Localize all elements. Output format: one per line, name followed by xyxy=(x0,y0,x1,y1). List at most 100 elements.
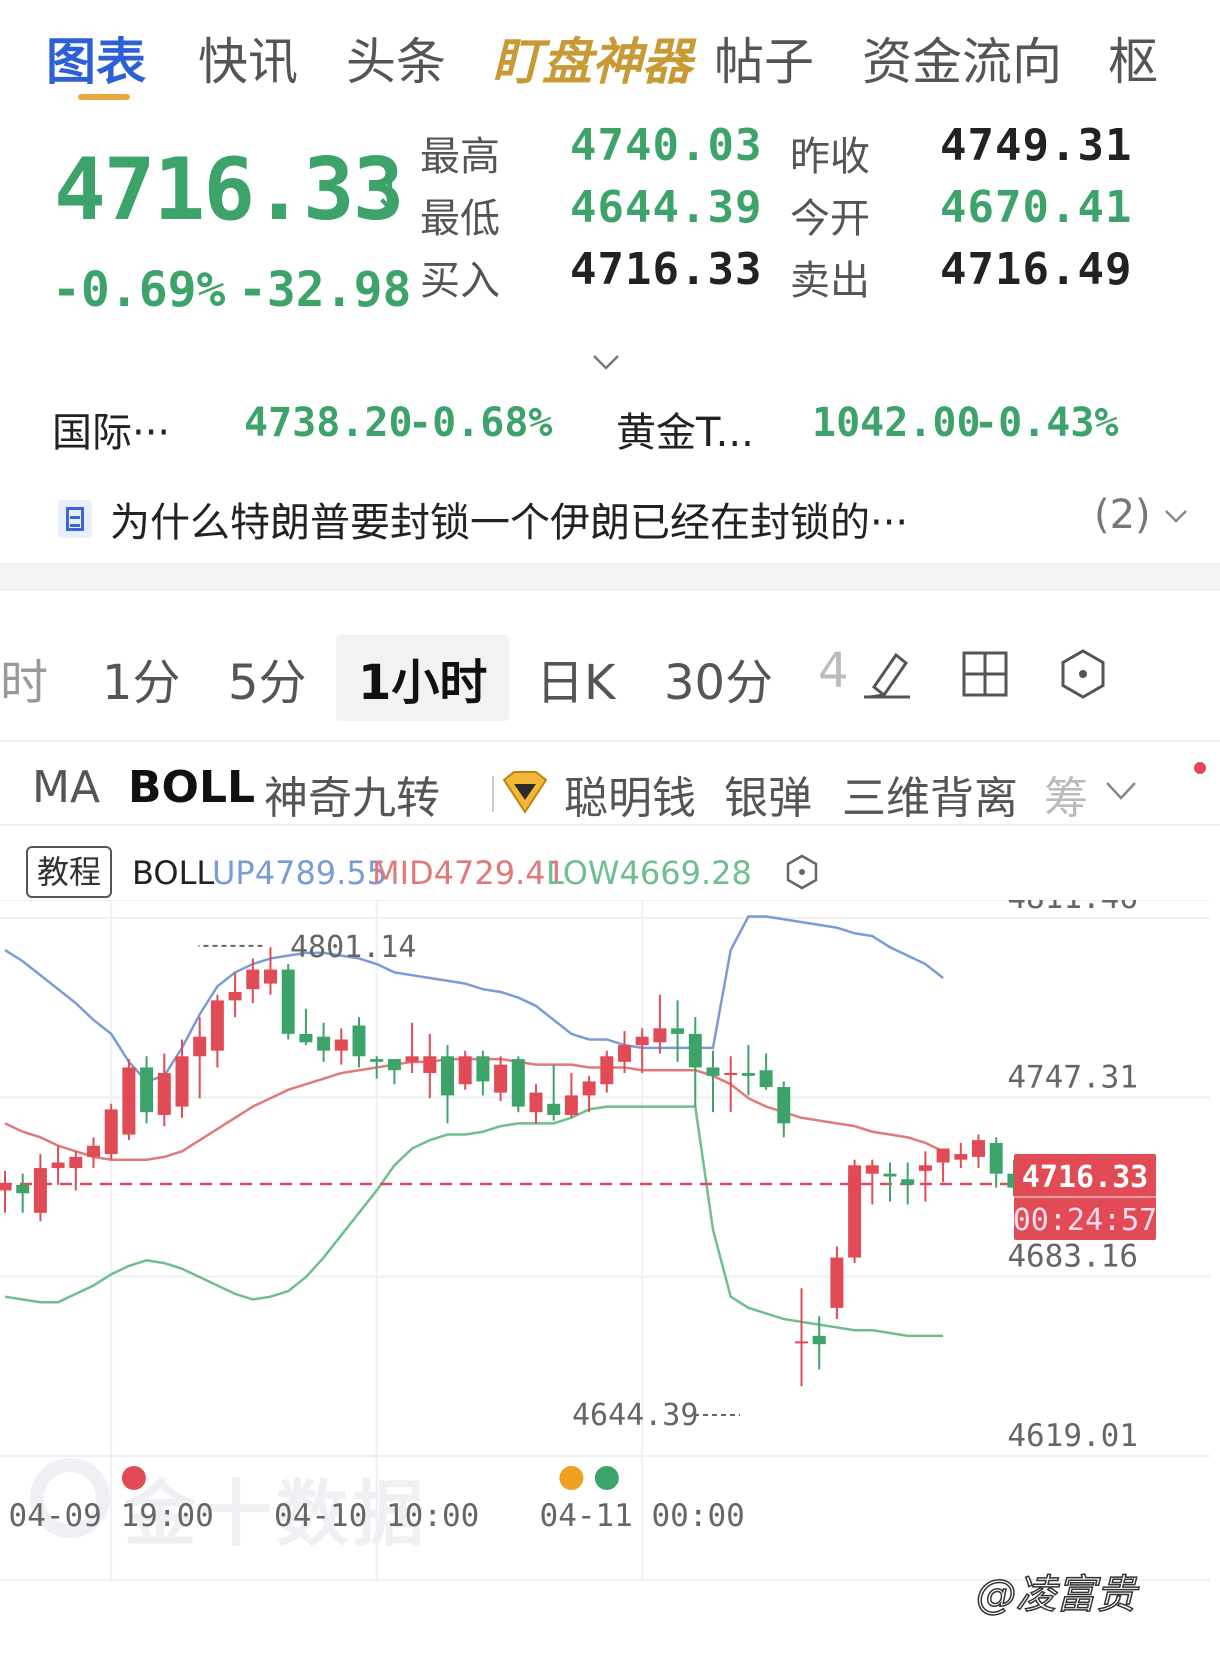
boll-low-value: LOW4669.28 xyxy=(546,854,752,892)
tab-daily-k[interactable]: 日K xyxy=(536,643,615,713)
tab-boll[interactable]: BOLL xyxy=(128,762,255,813)
event-marker-dot xyxy=(559,1466,584,1490)
period-tab-bar: 时 1分 5分 1小时 日K 30分 4 xyxy=(0,625,1220,725)
candle-body xyxy=(246,969,260,990)
tab-watch-tool[interactable]: 盯盘神器 xyxy=(492,22,692,94)
candle-body xyxy=(51,1162,65,1169)
divider xyxy=(0,824,1220,826)
candle-body xyxy=(830,1257,844,1308)
drawing-pen-icon[interactable] xyxy=(860,647,914,701)
candle-body xyxy=(122,1067,136,1135)
low-value: 4644.39 xyxy=(570,182,763,233)
candle-body xyxy=(458,1056,472,1085)
tab-fund-flow[interactable]: 资金流向 xyxy=(862,22,1062,94)
chevron-down-icon[interactable] xyxy=(1104,778,1138,804)
candle-body xyxy=(87,1145,100,1157)
tab-headlines[interactable]: 头条 xyxy=(346,22,446,94)
candle-body xyxy=(848,1165,862,1258)
layout-grid-icon[interactable] xyxy=(958,647,1012,701)
section-divider xyxy=(0,563,1220,591)
candle-body xyxy=(618,1045,631,1062)
candle-body xyxy=(264,969,277,984)
candle-body xyxy=(741,1073,755,1076)
candle-body xyxy=(317,1036,331,1051)
chevron-down-icon[interactable] xyxy=(592,348,620,376)
change-percent: -0.69% xyxy=(52,262,226,318)
candle-body xyxy=(653,1028,667,1043)
divider xyxy=(492,776,494,812)
candle-body xyxy=(795,1341,808,1344)
tab-magic-nine[interactable]: 神奇九转 xyxy=(264,762,440,826)
candle-body xyxy=(33,1168,47,1213)
related-price-1: 4738.20 xyxy=(244,400,413,446)
candle-body xyxy=(423,1056,437,1074)
bid-label: 买入 xyxy=(420,258,500,304)
tab-ma[interactable]: MA xyxy=(32,762,100,813)
low-annotation: 4644.39 xyxy=(572,1398,698,1433)
candle-body xyxy=(441,1056,454,1096)
candle-body xyxy=(724,1073,738,1076)
related-quote-1[interactable]: 国际··· xyxy=(52,400,170,458)
settings-icon[interactable] xyxy=(782,852,822,892)
tab-chart[interactable]: 图表 xyxy=(46,22,146,94)
candle-body xyxy=(0,1184,12,1191)
active-tab-indicator xyxy=(78,94,130,100)
tab-smart-money[interactable]: 聪明钱 xyxy=(564,762,696,826)
candle-body xyxy=(901,1179,915,1185)
event-marker-dot xyxy=(594,1466,619,1490)
candle-body xyxy=(16,1184,30,1194)
candle-body xyxy=(688,1033,702,1068)
candle-body xyxy=(210,1000,224,1051)
candle-body xyxy=(954,1154,968,1160)
candle-body xyxy=(635,1036,649,1046)
candle-body xyxy=(140,1067,154,1113)
tab-flash-news[interactable]: 快讯 xyxy=(198,22,298,94)
settings-icon[interactable] xyxy=(1056,647,1110,701)
tab-posts[interactable]: 帖子 xyxy=(714,22,814,94)
x-tick-label: 04-09 19:00 xyxy=(9,1498,214,1534)
candle-body xyxy=(989,1142,1003,1174)
tutorial-button[interactable]: 教程 xyxy=(26,846,112,898)
candlestick-chart[interactable]: 4801.14 4644.39 4811.46 4747.31 4683.16 4619.… xyxy=(0,900,1220,1655)
related-name: 黄金T... xyxy=(616,410,754,456)
indicator-name: BOLL xyxy=(132,854,215,892)
bid-value: 4716.33 xyxy=(570,244,763,295)
news-count: (2) xyxy=(1094,492,1151,538)
candle-body xyxy=(972,1140,985,1157)
candle-body xyxy=(918,1165,932,1171)
candle-body xyxy=(69,1156,83,1169)
tab-timeshare[interactable]: 时 xyxy=(0,643,48,713)
news-title: 为什么特朗普要封锁一个伊朗已经在封锁的··· xyxy=(110,500,909,546)
candle-body xyxy=(936,1148,950,1163)
candle-body xyxy=(759,1070,773,1088)
candle-body xyxy=(352,1025,366,1057)
tab-30min[interactable]: 30分 xyxy=(664,643,773,713)
high-annotation: 4801.14 xyxy=(290,930,416,965)
tab-chips[interactable]: 筹 xyxy=(1044,762,1088,826)
tab-1hour[interactable]: 1小时 xyxy=(336,635,510,721)
candle-body xyxy=(865,1165,879,1174)
chevron-down-icon[interactable] xyxy=(1164,504,1188,528)
tab-4hour[interactable]: 4 xyxy=(818,643,849,699)
tab-3d-divergence[interactable]: 三维背离 xyxy=(842,762,1018,826)
open-value: 4670.41 xyxy=(940,182,1133,233)
tab-silver-bullet[interactable]: 银弹 xyxy=(724,762,812,826)
notification-dot xyxy=(1194,762,1206,774)
tab-more[interactable]: 枢 xyxy=(1108,22,1158,94)
candle-body xyxy=(193,1036,207,1057)
y-tick-label: 4747.31 xyxy=(1007,1059,1138,1095)
tab-5min[interactable]: 5分 xyxy=(228,643,307,713)
candle-body xyxy=(511,1059,525,1107)
candle-body xyxy=(883,1173,897,1177)
tab-1min[interactable]: 1分 xyxy=(102,643,181,713)
candle-body xyxy=(405,1056,419,1062)
prev-close-label: 昨收 xyxy=(790,134,870,180)
news-headline[interactable]: 为什么特朗普要封锁一个伊朗已经在封锁的··· (2) xyxy=(54,490,1187,550)
candle-body xyxy=(582,1081,596,1096)
open-label: 今开 xyxy=(790,196,870,242)
candle-body xyxy=(600,1056,614,1085)
boll-up-value: UP4789.55 xyxy=(212,854,388,892)
related-quote-2[interactable]: 黄金T... xyxy=(616,400,754,458)
candle-body xyxy=(547,1103,561,1115)
candle-body xyxy=(777,1087,791,1124)
